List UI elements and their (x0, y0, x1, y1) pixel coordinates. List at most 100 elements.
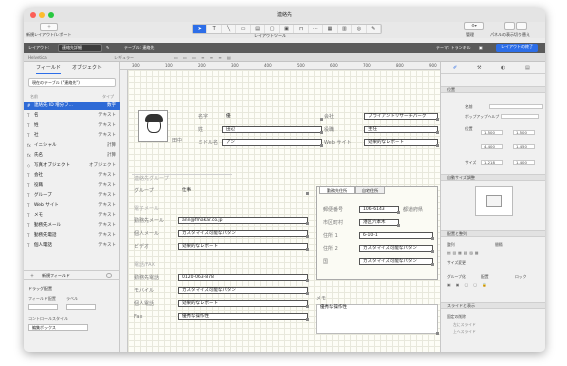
portal-tool-icon[interactable]: ▦ (323, 25, 338, 33)
tab-home-address[interactable]: 自宅住所 (355, 186, 385, 194)
position-icon[interactable]: ✐ (453, 65, 457, 71)
field-row[interactable]: T 社 テキスト (24, 132, 120, 140)
field-row[interactable]: T 名 テキスト (24, 112, 120, 120)
group-header: 連絡先グループ (134, 176, 169, 182)
field-row[interactable]: T グループ テキスト (24, 192, 120, 200)
field-row[interactable]: fx 氏名 計算 (24, 152, 120, 160)
new-field-button[interactable]: 新規フィールド (42, 273, 70, 278)
field-row[interactable]: # 連絡先 ID 増分フ... 数字 (24, 102, 120, 110)
group-field[interactable]: 仕事 (178, 187, 309, 195)
memo-field[interactable]: 優秀な操作性 (316, 304, 439, 335)
pointer-tool-icon[interactable]: ➤ (193, 25, 208, 33)
bottom-input[interactable]: 1.450 (513, 144, 535, 149)
tab-objects[interactable]: オブジェクト (72, 64, 102, 73)
name-input[interactable] (489, 104, 543, 109)
section-sliding[interactable]: スライドと表示 (441, 302, 545, 309)
section-position[interactable]: 位置 (441, 86, 545, 93)
first-field[interactable]: 優 (222, 113, 323, 121)
right-input[interactable]: 4.400 (481, 144, 503, 149)
country-field[interactable]: カスタマイズ可能なパタン (359, 258, 434, 266)
section-arrange[interactable]: 配置と整列 (441, 230, 545, 237)
table-selector[interactable]: 現在のテーブル ("連絡先") (28, 78, 116, 87)
work-phone-field[interactable]: 0120-063-878 (178, 274, 309, 282)
new-layout-button[interactable]: ＋ (40, 23, 58, 31)
field-row[interactable]: ◇ 写真オブジェクト オブジェクト (24, 162, 120, 170)
align-icons[interactable]: ▤▥▦▧▨▩ (447, 250, 481, 255)
appearance-icon[interactable]: ◐ (501, 65, 505, 71)
panel-left-button[interactable] (504, 22, 515, 30)
autosize-anchor-widget[interactable] (475, 186, 513, 216)
field-row[interactable]: T メモ テキスト (24, 212, 120, 220)
exit-layout-label: レイアウトの終了 (501, 44, 533, 49)
address-tab-control[interactable]: 勤務先住所 自宅住所 郵便番号 106-6143 都道府県 市区町村 港区六本木… (316, 186, 438, 280)
edit-layout-icon[interactable]: ✎ (106, 45, 109, 51)
field-row[interactable]: fx イニシャル 計算 (24, 142, 120, 150)
plus-icon[interactable]: ＋ (30, 273, 34, 278)
field-row[interactable]: T 個人電話 テキスト (24, 242, 120, 250)
format-icons[interactable]: ▭ ▭ ▭ ≡ ≡ ≡ ▤ (174, 55, 233, 60)
addr1-field[interactable]: 6-10-1 (359, 232, 434, 240)
divider (132, 174, 232, 175)
slide-up-checkbox[interactable]: 上へスライド (453, 329, 476, 334)
fax-field[interactable]: 優秀な操作性 (178, 313, 309, 321)
theme-menu-icon[interactable]: ▣ (479, 45, 483, 51)
section-autosize[interactable]: 自動サイズ調整 (441, 174, 545, 181)
field-row[interactable]: T 勤務先メール テキスト (24, 222, 120, 230)
home-phone-field[interactable]: 効果的なレポート (178, 300, 309, 308)
new-field-row[interactable]: ＋ 新規フィールド (24, 270, 120, 280)
label-picker[interactable] (66, 304, 96, 310)
format-painter-tool-icon[interactable]: ✎ (367, 25, 382, 33)
manage-button[interactable]: ⚙▾ (464, 22, 484, 30)
popover-tool-icon[interactable]: ▣ (280, 25, 295, 33)
exit-layout-button[interactable]: レイアウトの終了 (496, 44, 538, 52)
field-row[interactable]: T Web サイト テキスト (24, 202, 120, 210)
slide-left-checkbox[interactable]: 左にスライド (453, 322, 476, 327)
tab-work-address[interactable]: 勤務先住所 (319, 186, 355, 194)
company-field[interactable]: ブライアントリサーチパーク (364, 113, 439, 121)
field-tool-icon[interactable]: ▤ (251, 25, 266, 33)
text-tool-icon[interactable]: T (207, 25, 222, 33)
style-icon[interactable]: ⚒ (477, 65, 481, 71)
button-tool-icon[interactable]: ▢ (265, 25, 280, 33)
photo-container[interactable] (138, 110, 168, 142)
top-input[interactable]: 1.500 (513, 130, 535, 135)
left-input[interactable]: 1.500 (481, 130, 503, 135)
height-input[interactable]: 1.400 (513, 160, 535, 165)
field-control-picker[interactable] (28, 304, 58, 310)
data-icon[interactable]: ▤ (525, 65, 530, 71)
slide-tool-icon[interactable]: ⋯ (309, 25, 324, 33)
field-row[interactable]: T 役職 テキスト (24, 182, 120, 190)
group-lock-icons[interactable]: ▣ ▣ ▢ ▢ 🔒 (447, 282, 489, 287)
tab-tool-icon[interactable]: ⊓ (294, 25, 309, 33)
personal-email-field[interactable]: カスタマイズ可能なパタン (178, 230, 309, 238)
addr2-field[interactable]: カスタマイズ可能なパタン (359, 245, 434, 253)
last-field[interactable]: 田辺 (222, 126, 323, 134)
tab-fields[interactable]: フィールド (36, 64, 61, 74)
field-row[interactable]: T 会社 テキスト (24, 172, 120, 180)
field-row[interactable]: T 姓 テキスト (24, 122, 120, 130)
tooltip-input[interactable] (501, 114, 539, 119)
chart-tool-icon[interactable]: ▥ (338, 25, 353, 33)
control-style-select[interactable]: 編集ボックス (28, 324, 88, 331)
rect-tool-icon[interactable]: ▭ (236, 25, 251, 33)
field-row[interactable]: T 勤務先電話 テキスト (24, 232, 120, 240)
layout-canvas[interactable]: 300 100 200 300 400 500 600 700 800 900 田中 名字 姓 ミ… (120, 62, 440, 352)
font-name[interactable]: Helvetica (28, 55, 47, 60)
layout-selector[interactable]: 連絡先詳細 (58, 44, 102, 52)
col-name[interactable]: 名前 (30, 94, 38, 99)
line-tool-icon[interactable]: ╲ (222, 25, 237, 33)
width-input[interactable]: 1.218 (481, 160, 503, 165)
kana-field[interactable]: アン (222, 139, 323, 147)
video-field[interactable]: 効果的なレポート (178, 243, 309, 251)
font-style[interactable]: レギュラー (114, 55, 134, 60)
title-field[interactable]: 主任 (364, 126, 439, 134)
mobile-field[interactable]: カスタマイズ可能なパタン (178, 287, 309, 295)
postal-field[interactable]: 106-6143 (359, 206, 400, 214)
website-field[interactable]: 効果的なレポート (364, 139, 439, 147)
panel-right-button[interactable] (516, 22, 527, 30)
help-icon[interactable] (106, 273, 112, 278)
col-type[interactable]: タイプ (102, 94, 114, 99)
webviewer-tool-icon[interactable]: ◎ (352, 25, 367, 33)
city-field[interactable]: 港区六本木 (359, 219, 400, 227)
work-email-field[interactable]: ann@fmakar.co.jp (178, 217, 309, 225)
